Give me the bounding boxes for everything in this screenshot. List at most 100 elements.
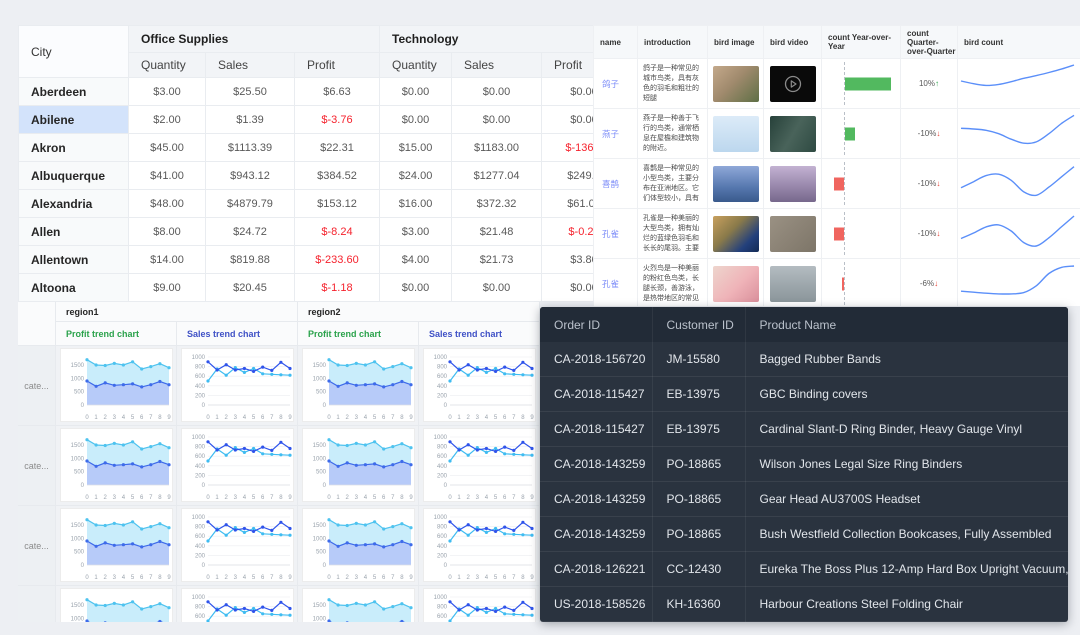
svg-text:800: 800 — [195, 525, 206, 531]
pivot-city-cell[interactable]: Akron — [18, 133, 129, 162]
svg-text:5: 5 — [252, 495, 256, 501]
svg-text:9: 9 — [409, 415, 413, 421]
pivot-value-cell: $-3.76 — [293, 105, 381, 134]
svg-text:6: 6 — [382, 415, 386, 421]
pivot-value-cell: $1113.39 — [205, 133, 295, 162]
pivot-city-cell[interactable]: Allentown — [18, 245, 129, 274]
customer-id-cell: PO-18865 — [652, 446, 746, 482]
svg-text:0: 0 — [327, 415, 331, 421]
chart-card: 020040060080010000123456789 — [423, 508, 536, 582]
pivot-group-technology: Technology — [379, 25, 593, 53]
region1-profit-chart-title: Profit trend chart — [56, 322, 177, 346]
bird-image-thumbnail[interactable] — [712, 115, 759, 152]
pivot-subheader-quantity: Quantity — [379, 52, 453, 78]
bird-image-thumbnail[interactable] — [712, 165, 759, 202]
table-row[interactable]: CA-2018-143259 PO-18865 Wilson Jones Legal… — [540, 446, 1068, 482]
pivot-row: Altoona$9.00$20.45$-1.18$0.00$0.00$0.00 — [18, 273, 593, 302]
svg-text:1: 1 — [94, 495, 98, 501]
trend-chart-cell: 0500100015000123456789 — [56, 586, 177, 622]
pivot-value-cell: $41.00 — [128, 161, 206, 190]
table-row[interactable]: CA-2018-156720 JM-15580 Bagged Rubber Band… — [540, 342, 1068, 377]
svg-text:7: 7 — [391, 415, 395, 421]
product-name-cell: Bush Westfield Collection Bookcases, Ful… — [745, 516, 1068, 552]
table-row[interactable]: CA-2018-115427 EB-13975 GBC Binding covers — [540, 376, 1068, 412]
svg-text:4: 4 — [485, 495, 489, 501]
bird-image-thumbnail[interactable] — [712, 265, 759, 302]
bird-image-thumbnail[interactable] — [712, 65, 759, 102]
svg-text:6: 6 — [261, 495, 265, 501]
svg-text:3: 3 — [113, 575, 117, 581]
table-row[interactable]: CA-2018-143259 PO-18865 Bush Westfield Col… — [540, 516, 1068, 552]
table-row[interactable]: US-2018-158526 KH-16360 Harbour Creations … — [540, 586, 1068, 622]
pivot-value-cell: $61.04 — [541, 189, 593, 218]
pivot-value-cell: $-0.27 — [541, 217, 593, 246]
svg-text:1000: 1000 — [192, 355, 206, 361]
svg-text:600: 600 — [195, 534, 206, 540]
yoy-bar — [845, 77, 891, 90]
pivot-row: Abilene$2.00$1.39$-3.76$0.00$0.00$0.00 — [18, 105, 593, 134]
svg-text:3: 3 — [476, 415, 480, 421]
pivot-value-cell: $21.48 — [451, 217, 543, 246]
svg-text:2: 2 — [346, 575, 350, 581]
yoy-bar-cell — [821, 158, 901, 209]
svg-text:4: 4 — [122, 495, 126, 501]
table-row[interactable]: CA-2018-115427 EB-13975 Cardinal Slant-D R… — [540, 411, 1068, 447]
pivot-city-cell[interactable]: Alexandria — [18, 189, 129, 218]
table-row[interactable]: CA-2018-143259 PO-18865 Gear Head AU3700S … — [540, 481, 1068, 517]
bird-name-cell[interactable]: 孔雀 — [593, 258, 638, 306]
svg-text:600: 600 — [195, 454, 206, 460]
table-row[interactable]: US-2018-158526KH-16360Global Leather and… — [540, 621, 1068, 622]
chart-card: 0500100015000123456789 — [60, 508, 173, 582]
trend-chart-cell: 020040060080010000123456789 — [419, 506, 540, 586]
pivot-value-cell: $0.00 — [541, 105, 593, 134]
svg-text:1000: 1000 — [313, 616, 327, 622]
pivot-value-cell: $14.00 — [128, 245, 206, 274]
bird-table-panel: name introduction bird image bird video … — [593, 25, 1080, 306]
bird-count-sparkline — [960, 64, 1075, 87]
pivot-subheader-quantity: Quantity — [128, 52, 206, 78]
sales-trend-chart: 020040060080010000123456789 — [192, 435, 293, 501]
bird-name-cell[interactable]: 喜鹊 — [593, 158, 638, 209]
svg-text:400: 400 — [437, 464, 448, 470]
order-id-cell: CA-2018-143259 — [540, 446, 653, 482]
bird-name-cell[interactable]: 孔雀 — [593, 208, 638, 259]
qoq-cell: -10%↓ — [900, 158, 958, 209]
svg-text:0: 0 — [444, 563, 448, 569]
bird-video-thumbnail[interactable] — [769, 215, 816, 252]
pivot-city-cell[interactable]: Abilene — [18, 105, 129, 134]
play-icon — [784, 75, 801, 92]
trend-chart-cell: 020040060080010000123456789 — [419, 586, 540, 622]
bird-video-thumbnail[interactable] — [769, 265, 816, 302]
yoy-bar-cell — [821, 58, 901, 109]
svg-text:200: 200 — [195, 553, 206, 559]
bird-video-thumbnail[interactable] — [769, 165, 816, 202]
bird-video-thumbnail[interactable] — [769, 65, 816, 102]
svg-text:2: 2 — [104, 575, 108, 581]
svg-text:6: 6 — [503, 495, 507, 501]
pivot-city-cell[interactable]: Albuquerque — [18, 161, 129, 190]
trend-chart-cell: 0500100015000123456789 — [298, 426, 419, 506]
svg-text:0: 0 — [448, 575, 452, 581]
svg-text:9: 9 — [167, 415, 171, 421]
bird-name-cell[interactable]: 鸽子 — [593, 58, 638, 109]
bird-video-thumbnail[interactable] — [769, 115, 816, 152]
qoq-cell: 10%↑ — [900, 58, 958, 109]
bird-image-thumbnail[interactable] — [712, 215, 759, 252]
pivot-city-cell[interactable]: Allen — [18, 217, 129, 246]
pivot-value-cell: $6.63 — [293, 77, 381, 106]
svg-text:1000: 1000 — [434, 595, 448, 601]
pivot-city-cell[interactable]: Aberdeen — [18, 77, 129, 106]
svg-text:0: 0 — [206, 575, 210, 581]
bird-name-cell[interactable]: 燕子 — [593, 108, 638, 159]
chart-card: 020040060080010000123456789 — [181, 588, 294, 622]
svg-text:9: 9 — [167, 495, 171, 501]
svg-text:5: 5 — [494, 495, 498, 501]
svg-text:1500: 1500 — [71, 603, 85, 609]
pivot-city-cell[interactable]: Altoona — [18, 273, 129, 302]
table-row[interactable]: CA-2018-126221 CC-12430 Eureka The Boss Pl… — [540, 551, 1068, 587]
svg-text:1: 1 — [336, 495, 340, 501]
svg-text:1500: 1500 — [71, 523, 85, 529]
pivot-value-cell: $249.5 — [541, 161, 593, 190]
svg-text:1000: 1000 — [71, 456, 85, 462]
chart-card: 0500100015000123456789 — [302, 428, 415, 502]
